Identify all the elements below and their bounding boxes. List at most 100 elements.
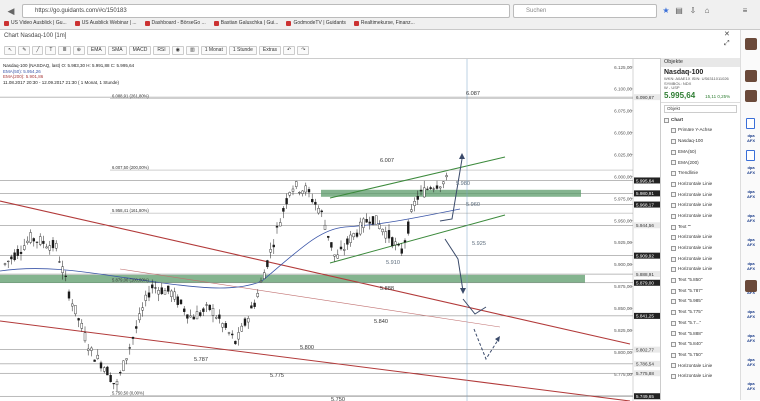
tree-item[interactable]: EMA(50) (664, 147, 740, 158)
chart-annotation-label: 5.960 (466, 202, 480, 208)
download-icon[interactable]: ⇩ (688, 4, 698, 18)
window-controls: ✕ ⤢ (722, 30, 740, 54)
candle-down (42, 240, 45, 244)
period-select[interactable]: 1 Monat (200, 46, 227, 55)
tree-item[interactable]: Text "5.787" (664, 286, 740, 297)
tree-item[interactable]: Horizontale Linie (664, 254, 740, 265)
extras-menu[interactable]: Extras (258, 46, 282, 55)
candle-up (170, 290, 173, 297)
tree-item-icon (671, 245, 676, 251)
redo-icon[interactable]: ↷ (297, 46, 310, 55)
tree-item[interactable]: Primäre Y-Achse (664, 125, 740, 136)
dpa-afx-icon[interactable]: dpa AFX (744, 309, 758, 319)
candle-down (230, 333, 234, 336)
tree-item[interactable]: Trendlinie (664, 168, 740, 179)
bookmark-0[interactable]: US Video Ausblick | Gu... (4, 18, 67, 29)
candle-down (250, 305, 253, 309)
tree-item[interactable]: Horizontale Linie (664, 361, 740, 372)
tree-item[interactable]: Text "5.985" (664, 296, 740, 307)
fib-tool-icon[interactable]: ≣ (58, 46, 71, 55)
chart-area[interactable]: 6.125,00 6.100,00 6.075,00 6.050,00 6.025,00… (0, 58, 660, 401)
tree-item[interactable]: Text "5.750" (664, 350, 740, 361)
candle-up (423, 187, 426, 198)
dpa-afx-icon[interactable]: dpa AFX (744, 333, 758, 343)
price-chart[interactable]: 6.125,00 6.100,00 6.075,00 6.050,00 6.025,00… (0, 59, 660, 401)
tree-item[interactable]: Horizontale Linie (664, 264, 740, 275)
bar-type-icon[interactable]: ▥ (186, 46, 199, 55)
dpa-afx-icon[interactable]: dpa AFX (744, 165, 758, 175)
tree-item[interactable]: Horizontale Linie (664, 211, 740, 222)
reading-list-icon[interactable]: ▤ (674, 4, 684, 18)
tree-item[interactable]: Text "5.888" (664, 329, 740, 340)
tree-item[interactable]: Horizontale Linie (664, 243, 740, 254)
avatar[interactable] (745, 280, 757, 292)
tree-item[interactable]: Horizontale Linie (664, 232, 740, 243)
tree-item[interactable]: EMA(200) (664, 158, 740, 169)
dpa-afx-icon[interactable]: dpa AFX (744, 357, 758, 367)
tree-item[interactable]: Horizontale Linie (664, 371, 740, 382)
bookmark-4[interactable]: GodmodeTV | Guidants (286, 18, 346, 29)
tree-item-icon (671, 256, 676, 262)
tree-item-icon (671, 213, 676, 219)
document-icon[interactable] (746, 118, 755, 129)
bookmark-label: Realtimekurse, Finanz... (360, 20, 415, 26)
zoom-tool-icon[interactable]: ⊕ (72, 46, 85, 55)
avatar[interactable] (745, 70, 757, 82)
tree-item-label: Chart (671, 116, 683, 122)
candle-down (327, 235, 330, 238)
bookmark-5[interactable]: Realtimekurse, Finanz... (353, 18, 415, 29)
toolbar-rsi-button[interactable]: RSI (153, 46, 170, 55)
line-tool-icon[interactable]: ╱ (32, 46, 44, 55)
search-input[interactable]: Suchen (513, 4, 657, 18)
menu-icon[interactable]: ≡ (740, 4, 750, 18)
tree-item[interactable]: Horizontale Linie (664, 200, 740, 211)
object-field[interactable]: Objekt (664, 104, 737, 113)
pencil-tool-icon[interactable]: ✎ (18, 46, 31, 55)
home-icon[interactable]: ⌂ (702, 4, 712, 18)
candle-down (166, 285, 170, 292)
chart-toolbar: ↖ ✎ ╱ T ≣ ⊕ EMA SMA MACD RSI ◉ ▥ 1 Monat… (0, 44, 650, 57)
close-icon[interactable]: ✕ (724, 30, 730, 38)
toolbar-sma-button[interactable]: SMA (107, 46, 127, 55)
back-icon[interactable]: ◀ (4, 4, 18, 18)
dpa-afx-icon[interactable]: dpa AFX (744, 261, 758, 271)
candle-down (243, 318, 247, 326)
toolbar-macd-button[interactable]: MACD (128, 46, 152, 55)
tree-item[interactable]: Text "5.775" (664, 307, 740, 318)
candle-up (163, 290, 167, 295)
expand-icon[interactable]: ⤢ (724, 40, 730, 48)
candle-up (227, 332, 231, 334)
tree-item[interactable]: Text "5.840" (664, 339, 740, 350)
undo-icon[interactable]: ↶ (283, 46, 296, 55)
tree-item[interactable]: Text "" (664, 222, 740, 233)
avatar[interactable] (745, 38, 757, 50)
tree-item-icon (671, 267, 676, 273)
tree-item[interactable]: Nasdaq-100 (664, 136, 740, 147)
dpa-afx-icon[interactable]: dpa AFX (744, 381, 758, 391)
tree-item[interactable]: Text "5.7..." (664, 318, 740, 329)
dpa-afx-icon[interactable]: dpa AFX (744, 189, 758, 199)
dpa-afx-icon[interactable]: dpa AFX (744, 237, 758, 247)
tree-item[interactable]: Horizontale Linie (664, 190, 740, 201)
bookmark-3[interactable]: Bastian Galuschka | Gui... (213, 18, 278, 29)
chart-annotation-label: 6.007 (380, 158, 394, 164)
tree-item[interactable]: Text "5.850" (664, 275, 740, 286)
toolbar-ema-button[interactable]: EMA (86, 46, 106, 55)
cursor-tool-icon[interactable]: ↖ (4, 46, 17, 55)
bookmark-2[interactable]: Dashboard - BörseGo ... (144, 18, 206, 29)
avatar[interactable] (745, 90, 757, 102)
document-icon[interactable] (746, 150, 755, 161)
star-icon[interactable]: ★ (661, 4, 671, 18)
bookmark-1[interactable]: US Ausblick Webinar | ... (74, 18, 137, 29)
tree-item-icon (671, 181, 676, 187)
candle-up (269, 249, 272, 253)
legend-period: 11.08.2017 20:30 - 12.09.2017 21:30 ( 1 … (3, 79, 120, 85)
dpa-afx-icon[interactable]: dpa AFX (744, 133, 758, 143)
url-field[interactable]: https://go.guidants.com/#c/150183 (22, 4, 510, 18)
tree-item[interactable]: Horizontale Linie (664, 179, 740, 190)
eye-icon[interactable]: ◉ (171, 46, 185, 55)
dpa-afx-icon[interactable]: dpa AFX (744, 213, 758, 223)
text-tool-icon[interactable]: T (45, 46, 57, 55)
tree-root-chart[interactable]: Chart (664, 115, 740, 126)
interval-select[interactable]: 1 Stunde (228, 46, 257, 55)
